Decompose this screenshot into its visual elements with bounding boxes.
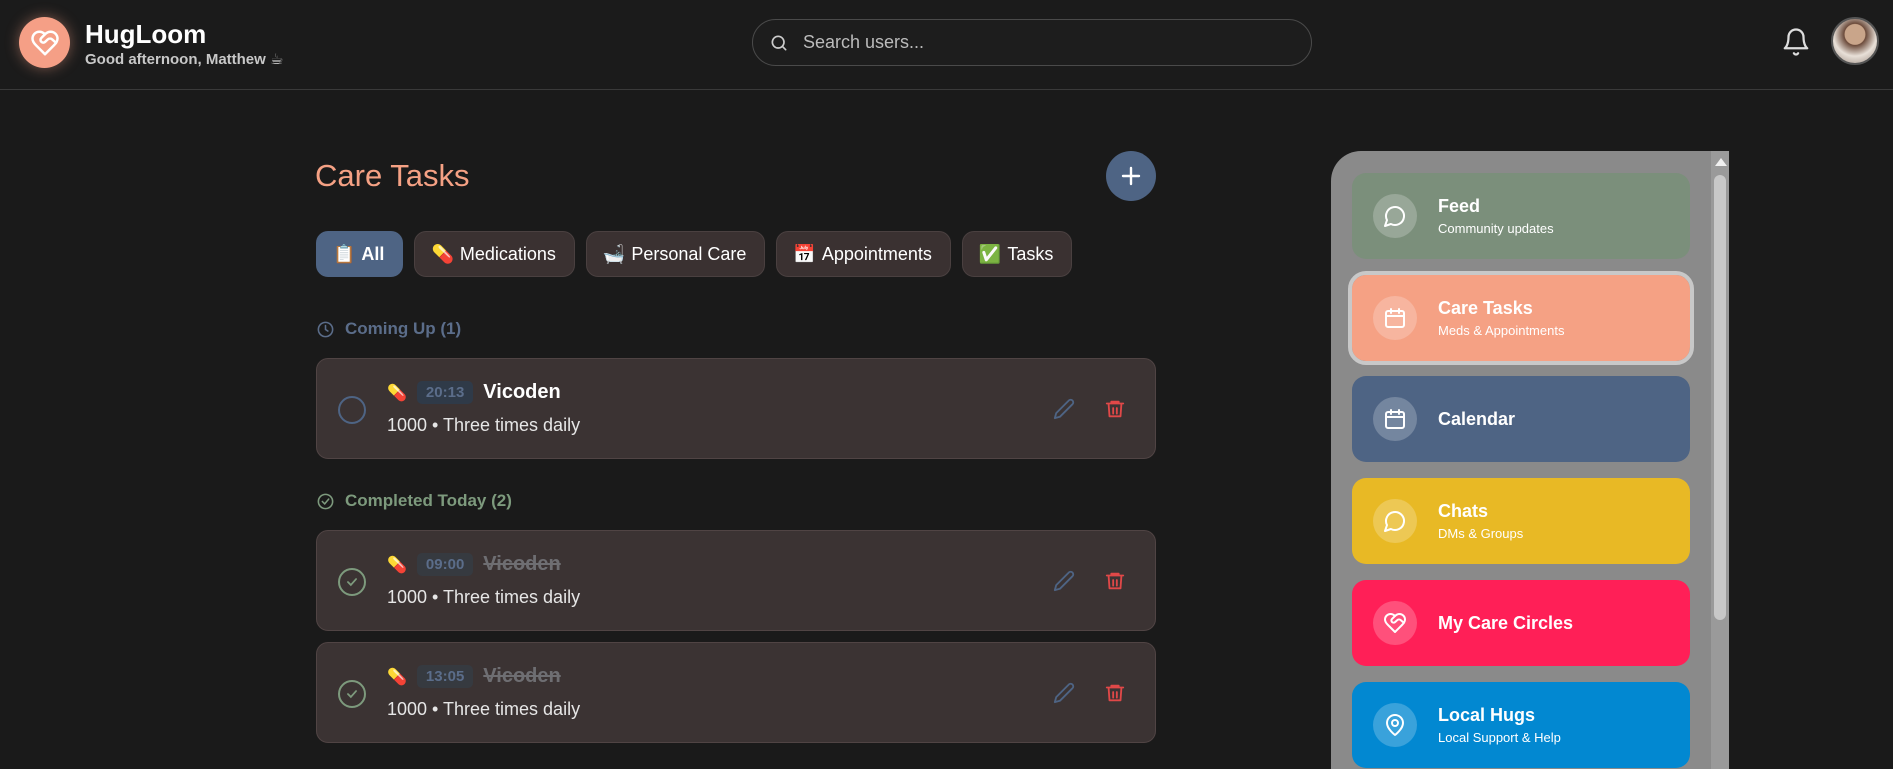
bell-icon — [1783, 28, 1809, 56]
scroll-up-arrow[interactable] — [1715, 158, 1727, 166]
filter-label: Tasks — [1007, 243, 1054, 264]
nav-title: Calendar — [1438, 408, 1516, 429]
task-checkbox[interactable] — [338, 568, 366, 596]
trash-icon — [1105, 400, 1125, 418]
clock-icon — [317, 321, 334, 337]
nav-subtitle: Local Support & Help — [1438, 730, 1561, 745]
nav-item-local-hugs[interactable]: Local Hugs Local Support & Help — [1352, 682, 1690, 768]
chat-bubble-icon — [1384, 206, 1405, 227]
pill-icon: 💊 — [431, 243, 454, 264]
nav-title: Chats — [1438, 501, 1489, 521]
task-card: 💊 20:13 Vicoden 1000 • Three times daily — [316, 358, 1156, 459]
check-mark-icon: ✅ — [978, 243, 1002, 264]
search-icon — [771, 35, 787, 51]
heart-handshake-icon — [30, 30, 59, 55]
notifications-button[interactable] — [1781, 27, 1811, 57]
nav-subtitle: Community updates — [1438, 221, 1554, 236]
nav-item-my-care-circles[interactable]: My Care Circles — [1352, 580, 1690, 666]
edit-task-button[interactable] — [1053, 570, 1075, 592]
task-name: Vicoden — [483, 381, 561, 403]
greeting-text: Good afternoon, Matthew ☕ — [85, 51, 284, 68]
nav-subtitle: Meds & Appointments — [1438, 323, 1565, 338]
nav-item-chats[interactable]: Chats DMs & Groups — [1352, 478, 1690, 564]
upcoming-section-header: Coming Up (1) — [316, 319, 461, 339]
nav-title: My Care Circles — [1438, 612, 1574, 633]
nav-item-calendar[interactable]: Calendar — [1352, 376, 1690, 462]
filter-label: Medications — [459, 243, 556, 264]
task-card: 💊 13:05 Vicoden 1000 • Three times daily — [316, 642, 1156, 743]
check-circle-icon — [317, 493, 334, 509]
user-avatar[interactable] — [1831, 17, 1879, 65]
task-checkbox[interactable] — [338, 680, 366, 708]
filter-tasks[interactable]: ✅ Tasks — [961, 231, 1073, 277]
filter-chips: 📋 All 💊 Medications 🛁 Personal Care 📅 Appoin… — [316, 231, 1073, 277]
task-name: Vicoden — [483, 553, 561, 575]
edit-task-button[interactable] — [1053, 682, 1075, 704]
trash-icon — [1105, 572, 1125, 590]
check-icon — [347, 690, 357, 699]
calendar-icon — [1385, 308, 1405, 328]
task-detail: 1000 • Three times daily — [387, 587, 581, 607]
task-detail: 1000 • Three times daily — [387, 415, 581, 435]
task-name: Vicoden — [483, 665, 561, 687]
pill-icon: 💊 — [387, 556, 407, 574]
filter-label: All — [361, 243, 385, 264]
calendar-icon — [1385, 409, 1405, 429]
filter-label: Appointments — [821, 243, 932, 264]
nav-title: Local Hugs — [1438, 705, 1536, 725]
chat-bubble-icon — [1384, 511, 1405, 532]
nav-item-feed[interactable]: Feed Community updates — [1352, 173, 1690, 259]
bathtub-icon: 🛁 — [602, 243, 626, 264]
pill-icon: 💊 — [387, 668, 407, 686]
filter-personal-care[interactable]: 🛁 Personal Care — [585, 231, 766, 277]
upcoming-label: Coming Up (1) — [345, 319, 462, 338]
filter-label: Personal Care — [631, 243, 747, 264]
delete-task-button[interactable] — [1104, 682, 1126, 704]
calendar-emoji-icon: 📅 — [793, 243, 816, 264]
edit-task-button[interactable] — [1053, 398, 1075, 420]
pill-icon: 💊 — [387, 384, 407, 402]
filter-medications[interactable]: 💊 Medications — [414, 231, 575, 277]
task-detail: 1000 • Three times daily — [387, 699, 581, 719]
search-input[interactable] — [803, 32, 1283, 53]
nav-subtitle: DMs & Groups — [1438, 526, 1524, 541]
filter-appointments[interactable]: 📅 Appointments — [776, 231, 951, 277]
top-bar: HugLoom Good afternoon, Matthew ☕ — [0, 0, 1893, 90]
task-time: 09:00 — [416, 553, 474, 576]
search-bar[interactable] — [752, 19, 1312, 66]
check-icon — [347, 578, 357, 587]
nav-title: Feed — [1438, 196, 1481, 216]
completed-label: Completed Today (2) — [345, 491, 512, 510]
completed-section-header: Completed Today (2) — [316, 491, 512, 511]
nav-title: Care Tasks — [1438, 298, 1533, 318]
delete-task-button[interactable] — [1104, 570, 1126, 592]
app-name: HugLoom — [85, 19, 207, 49]
task-time: 13:05 — [416, 665, 474, 688]
pencil-icon — [1053, 570, 1075, 592]
page-title: Care Tasks — [315, 158, 470, 193]
app-logo[interactable] — [19, 17, 70, 68]
scrollbar-thumb[interactable] — [1714, 175, 1726, 620]
clipboard-icon: 📋 — [333, 243, 356, 264]
task-time: 20:13 — [416, 381, 474, 404]
pencil-icon — [1053, 398, 1075, 420]
map-pin-icon — [1386, 714, 1404, 736]
add-task-button[interactable] — [1106, 151, 1156, 201]
plus-icon — [1121, 166, 1141, 186]
pencil-icon — [1053, 682, 1075, 704]
nav-item-care-tasks[interactable]: Care Tasks Meds & Appointments — [1348, 271, 1694, 365]
task-checkbox[interactable] — [338, 396, 366, 424]
task-card: 💊 09:00 Vicoden 1000 • Three times daily — [316, 530, 1156, 631]
filter-all[interactable]: 📋 All — [316, 231, 404, 277]
delete-task-button[interactable] — [1104, 398, 1126, 420]
heart-handshake-icon — [1384, 613, 1406, 633]
trash-icon — [1105, 684, 1125, 702]
